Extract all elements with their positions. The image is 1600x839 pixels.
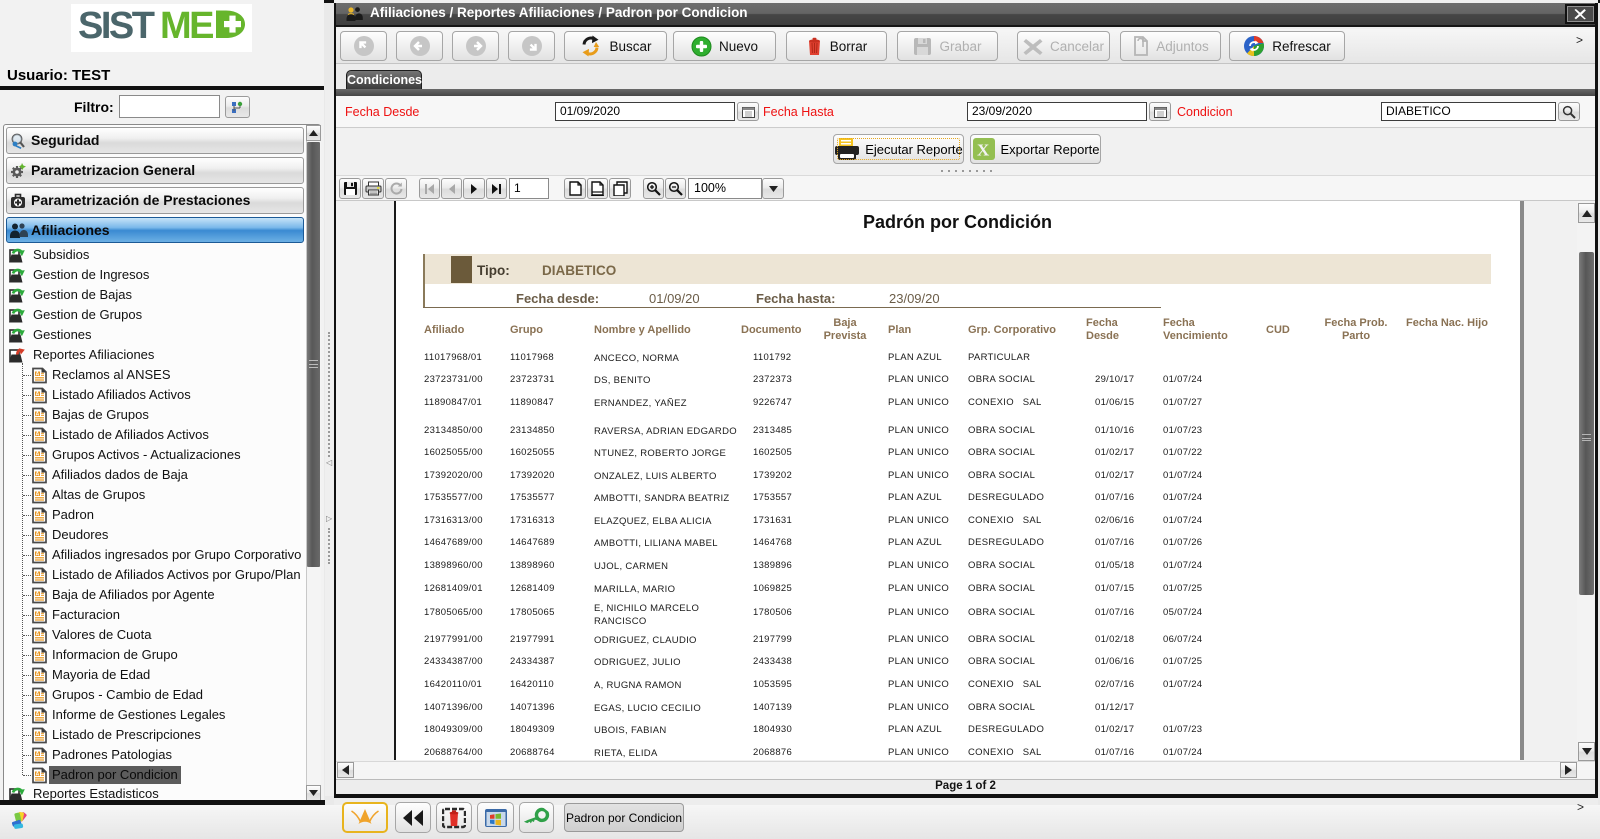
svg-text:A: A [36, 732, 40, 738]
svg-text:A: A [36, 452, 40, 458]
svg-text:A: A [36, 692, 40, 698]
svg-text:ME: ME [160, 8, 213, 47]
svg-text:A: A [36, 572, 40, 578]
svg-text:A: A [36, 612, 40, 618]
svg-text:A: A [36, 472, 40, 478]
svg-text:A: A [36, 432, 40, 438]
svg-text:A: A [36, 372, 40, 378]
svg-text:A: A [36, 412, 40, 418]
svg-text:X: X [977, 141, 990, 160]
svg-text:SIST: SIST [78, 8, 155, 47]
svg-text:A: A [36, 492, 40, 498]
svg-text:A: A [36, 632, 40, 638]
svg-text:A: A [36, 672, 40, 678]
svg-text:A: A [36, 712, 40, 718]
svg-text:A: A [36, 552, 40, 558]
svg-text:A: A [36, 752, 40, 758]
svg-text:A: A [36, 772, 40, 778]
svg-text:A: A [36, 652, 40, 658]
svg-text:A: A [36, 512, 40, 518]
svg-text:A: A [36, 532, 40, 538]
svg-text:A: A [36, 392, 40, 398]
svg-text:A: A [36, 592, 40, 598]
